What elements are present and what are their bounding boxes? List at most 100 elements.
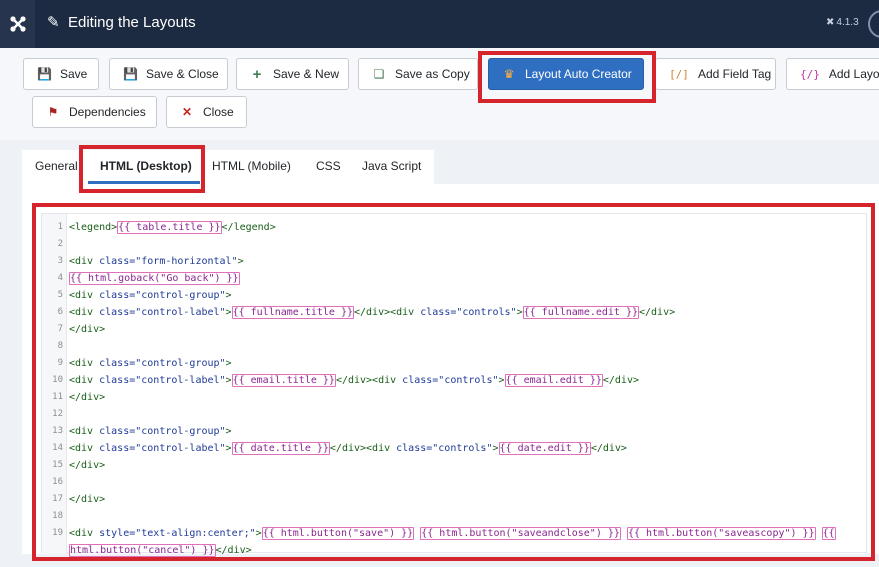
tab-javascript[interactable]: Java Script <box>362 159 421 173</box>
code-token: "controls" <box>456 307 517 318</box>
layout-auto-creator-button[interactable]: ♛ Layout Auto Creator <box>488 58 644 90</box>
line-number: 8 <box>57 341 63 351</box>
close-button-label: Close <box>203 105 234 119</box>
code-line[interactable]: 19 <div style="text-align:center;">{{ htm… <box>42 525 872 542</box>
save-as-copy-button[interactable]: ❏ Save as Copy <box>358 58 478 90</box>
template-placeholder: {{ html.button("saveascopy") }} <box>626 527 816 540</box>
template-placeholder: {{ html.button("saveandclose") }} <box>420 527 621 540</box>
code-token: </div><div <box>335 375 403 386</box>
line-number: 16 <box>52 477 63 487</box>
code-line[interactable]: 16 <box>42 474 872 491</box>
close-icon: ✕ <box>181 105 193 119</box>
save-close-button[interactable]: 💾 Save & Close <box>109 58 228 90</box>
template-placeholder: {{ <box>821 527 836 540</box>
code-line[interactable]: 12 <box>42 406 872 423</box>
code-text: {{ html.goback("Go back") }} <box>69 270 240 287</box>
code-line[interactable]: 4 {{ html.goback("Go back") }} <box>42 270 872 287</box>
template-placeholder: {{ email.title }} <box>231 374 336 387</box>
code-line[interactable]: 9 <div class="control-group"> <box>42 355 872 372</box>
line-number: 17 <box>52 494 63 504</box>
add-layout-tag-label: Add Layou <box>828 67 879 81</box>
template-placeholder: {{ table.title }} <box>117 221 222 234</box>
code-token: > <box>225 443 232 454</box>
code-token: "control-group" <box>135 358 226 369</box>
code-text: html.button("cancel") }}</div> <box>69 542 252 559</box>
add-field-tag-button[interactable]: [/] Add Field Tag <box>655 58 776 90</box>
code-line[interactable]: 5 <div class="control-group"> <box>42 287 872 304</box>
code-line[interactable]: 13 <div class="control-group"> <box>42 423 872 440</box>
line-number: 6 <box>57 307 63 317</box>
code-token: class= <box>402 375 439 386</box>
line-number: 3 <box>57 256 63 266</box>
tab-html-mobile[interactable]: HTML (Mobile) <box>212 159 291 173</box>
save-as-copy-button-label: Save as Copy <box>395 67 470 81</box>
code-token: > <box>225 358 232 369</box>
code-line[interactable]: 8 <box>42 338 872 355</box>
save-button[interactable]: 💾 Save <box>23 58 99 90</box>
template-placeholder: {{ date.edit }} <box>498 442 591 455</box>
user-menu-icon[interactable] <box>868 10 879 38</box>
code-token: "controls" <box>438 375 499 386</box>
code-line[interactable]: 18 <box>42 508 872 525</box>
code-token: class= <box>99 443 136 454</box>
field-tag-icon: [/] <box>669 67 689 81</box>
line-number: 12 <box>52 409 63 419</box>
save-new-button[interactable]: + Save & New <box>236 58 349 90</box>
code-token: "control-label" <box>135 375 226 386</box>
code-text: <div class="control-label">{{ fullname.t… <box>69 304 675 321</box>
code-token: > <box>498 375 505 386</box>
joomla-small-icon: ✖ <box>826 17 835 28</box>
code-token: "control-group" <box>135 426 226 437</box>
toolbar: 💾 Save 💾 Save & Close + Save & New ❏ Sav… <box>0 48 879 140</box>
line-number: 4 <box>57 273 63 283</box>
code-token: <div <box>69 426 100 437</box>
close-button[interactable]: ✕ Close <box>166 96 247 128</box>
copy-icon: ❏ <box>373 67 385 81</box>
template-placeholder: html.button("cancel") }} <box>69 544 216 557</box>
code-line[interactable]: 1 <legend>{{ table.title }}</legend> <box>42 219 872 236</box>
code-token: class= <box>99 307 136 318</box>
layout-tag-icon: {/} <box>800 67 820 81</box>
line-number: 18 <box>52 511 63 521</box>
code-line[interactable]: 11 </div> <box>42 389 872 406</box>
code-line[interactable]: 6 <div class="control-label">{{ fullname.… <box>42 304 872 321</box>
template-placeholder: {{ date.title }} <box>231 442 330 455</box>
code-line[interactable]: 7 </div> <box>42 321 872 338</box>
code-line[interactable]: 3 <div class="form-horizontal"> <box>42 253 872 270</box>
code-token: <legend> <box>69 222 118 233</box>
code-text: <legend>{{ table.title }}</legend> <box>69 219 276 236</box>
code-token: "form-horizontal" <box>135 256 238 267</box>
line-number: 5 <box>57 290 63 300</box>
code-text: <div class="form-horizontal"> <box>69 253 244 270</box>
code-text: <div style="text-align:center;">{{ html.… <box>69 525 836 542</box>
code-token: </div> <box>215 545 252 556</box>
code-line[interactable]: 10 <div class= "control-label" > {{ email.ti… <box>42 372 872 389</box>
line-number: 10 <box>52 375 63 385</box>
line-number: 19 <box>52 528 63 538</box>
code-token: </div> <box>602 375 639 386</box>
code-token: </div> <box>69 460 106 471</box>
add-layout-tag-button[interactable]: {/} Add Layou <box>786 58 879 90</box>
code-token: <div <box>69 375 100 386</box>
code-token: </div> <box>590 443 627 454</box>
code-token: > <box>255 528 262 539</box>
tab-html-desktop[interactable]: HTML (Desktop) <box>100 159 192 173</box>
code-token: "control-label" <box>135 307 226 318</box>
code-line[interactable]: html.button("cancel") }}</div> <box>42 542 872 559</box>
code-editor[interactable]: 1 <legend>{{ table.title }}</legend> 2 3 <di… <box>41 213 867 557</box>
code-line[interactable]: 2 <box>42 236 872 253</box>
code-line[interactable]: 17 </div> <box>42 491 872 508</box>
tab-general[interactable]: General <box>35 159 78 173</box>
code-line[interactable]: 15 </div> <box>42 457 872 474</box>
code-token: </div> <box>69 324 106 335</box>
code-token: </div> <box>69 392 106 403</box>
template-placeholder: {{ html.button("save") }} <box>261 527 415 540</box>
dependencies-button[interactable]: ⚑ Dependencies <box>32 96 157 128</box>
code-token: class= <box>396 443 433 454</box>
tab-css[interactable]: CSS <box>316 159 341 173</box>
joomla-logo-icon[interactable] <box>0 0 35 48</box>
code-token: </div> <box>639 307 676 318</box>
save-close-button-label: Save & Close <box>146 67 219 81</box>
code-line[interactable]: 14 <div class="control-label">{{ date.tit… <box>42 440 872 457</box>
version-number: 4.1.3 <box>836 17 859 28</box>
